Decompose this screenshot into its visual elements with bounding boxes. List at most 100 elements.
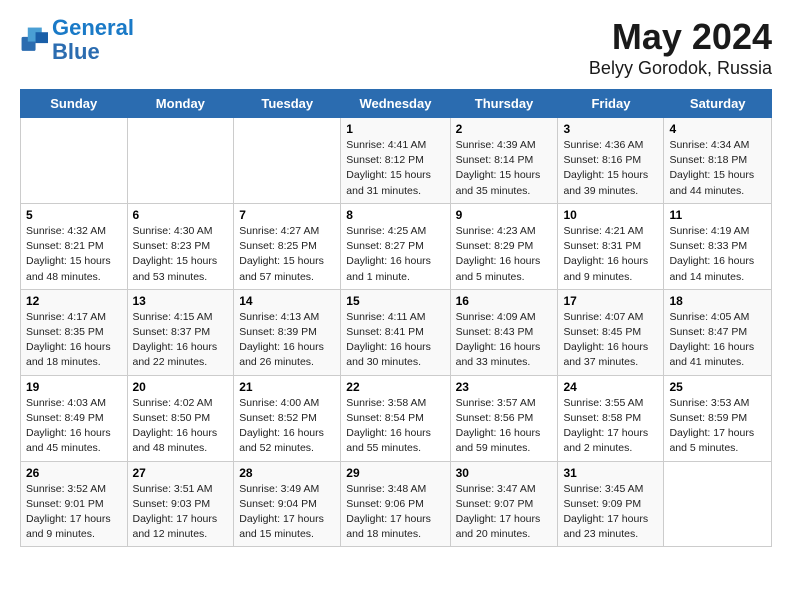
day-info: Sunrise: 4:13 AM Sunset: 8:39 PM Dayligh… [239, 310, 335, 371]
calendar-cell: 13 Sunrise: 4:15 AM Sunset: 8:37 PM Dayli… [127, 289, 234, 375]
day-info: Sunrise: 3:47 AM Sunset: 9:07 PM Dayligh… [456, 482, 553, 543]
day-info: Sunrise: 3:55 AM Sunset: 8:58 PM Dayligh… [563, 396, 658, 457]
day-number: 10 [563, 208, 658, 222]
day-info: Sunrise: 3:57 AM Sunset: 8:56 PM Dayligh… [456, 396, 553, 457]
day-info: Sunrise: 4:25 AM Sunset: 8:27 PM Dayligh… [346, 224, 444, 285]
day-number: 4 [669, 122, 766, 136]
day-number: 12 [26, 294, 122, 308]
calendar-cell: 26 Sunrise: 3:52 AM Sunset: 9:01 PM Dayli… [21, 461, 128, 547]
day-number: 26 [26, 466, 122, 480]
calendar-cell: 11 Sunrise: 4:19 AM Sunset: 8:33 PM Dayli… [664, 203, 772, 289]
calendar-cell: 15 Sunrise: 4:11 AM Sunset: 8:41 PM Dayli… [341, 289, 450, 375]
calendar-cell: 8 Sunrise: 4:25 AM Sunset: 8:27 PM Daylig… [341, 203, 450, 289]
calendar-cell: 17 Sunrise: 4:07 AM Sunset: 8:45 PM Dayli… [558, 289, 664, 375]
day-info: Sunrise: 4:41 AM Sunset: 8:12 PM Dayligh… [346, 138, 444, 199]
day-number: 17 [563, 294, 658, 308]
calendar-cell: 20Sunrise: 4:02 AM Sunset: 8:50 PM Dayli… [127, 375, 234, 461]
day-info: Sunrise: 4:30 AM Sunset: 8:23 PM Dayligh… [133, 224, 229, 285]
calendar-week-4: 19Sunrise: 4:03 AM Sunset: 8:49 PM Dayli… [21, 375, 772, 461]
day-number: 14 [239, 294, 335, 308]
calendar-cell: 6Sunrise: 4:30 AM Sunset: 8:23 PM Daylig… [127, 203, 234, 289]
calendar-table: SundayMondayTuesdayWednesdayThursdayFrid… [20, 89, 772, 547]
logo-line2: Blue [52, 39, 100, 64]
logo-line1: General [52, 15, 134, 40]
calendar-cell: 23Sunrise: 3:57 AM Sunset: 8:56 PM Dayli… [450, 375, 558, 461]
calendar-cell: 4 Sunrise: 4:34 AM Sunset: 8:18 PM Daylig… [664, 118, 772, 204]
day-info: Sunrise: 4:07 AM Sunset: 8:45 PM Dayligh… [563, 310, 658, 371]
day-number: 18 [669, 294, 766, 308]
day-info: Sunrise: 4:15 AM Sunset: 8:37 PM Dayligh… [133, 310, 229, 371]
day-number: 24 [563, 380, 658, 394]
day-number: 25 [669, 380, 766, 394]
calendar-cell: 29Sunrise: 3:48 AM Sunset: 9:06 PM Dayli… [341, 461, 450, 547]
day-number: 13 [133, 294, 229, 308]
day-info: Sunrise: 4:23 AM Sunset: 8:29 PM Dayligh… [456, 224, 553, 285]
title-block: May 2024 Belyy Gorodok, Russia [589, 16, 772, 79]
day-info: Sunrise: 4:19 AM Sunset: 8:33 PM Dayligh… [669, 224, 766, 285]
calendar-cell: 10 Sunrise: 4:21 AM Sunset: 8:31 PM Dayli… [558, 203, 664, 289]
calendar-header-wednesday: Wednesday [341, 90, 450, 118]
calendar-cell [234, 118, 341, 204]
calendar-header-friday: Friday [558, 90, 664, 118]
day-info: Sunrise: 4:32 AM Sunset: 8:21 PM Dayligh… [26, 224, 122, 285]
day-number: 7 [239, 208, 335, 222]
calendar-cell: 22 Sunrise: 3:58 AM Sunset: 8:54 PM Dayli… [341, 375, 450, 461]
day-info: Sunrise: 4:34 AM Sunset: 8:18 PM Dayligh… [669, 138, 766, 199]
calendar-header-monday: Monday [127, 90, 234, 118]
day-number: 31 [563, 466, 658, 480]
calendar-cell [664, 461, 772, 547]
calendar-week-2: 5 Sunrise: 4:32 AM Sunset: 8:21 PM Daylig… [21, 203, 772, 289]
day-info: Sunrise: 4:27 AM Sunset: 8:25 PM Dayligh… [239, 224, 335, 285]
day-info: Sunrise: 4:17 AM Sunset: 8:35 PM Dayligh… [26, 310, 122, 371]
calendar-header-saturday: Saturday [664, 90, 772, 118]
logo-text: General Blue [52, 16, 134, 64]
day-info: Sunrise: 4:36 AM Sunset: 8:16 PM Dayligh… [563, 138, 658, 199]
calendar-cell: 31 Sunrise: 3:45 AM Sunset: 9:09 PM Dayli… [558, 461, 664, 547]
day-number: 16 [456, 294, 553, 308]
calendar-week-1: 1 Sunrise: 4:41 AM Sunset: 8:12 PM Daylig… [21, 118, 772, 204]
day-number: 8 [346, 208, 444, 222]
page: General Blue May 2024 Belyy Gorodok, Rus… [0, 0, 792, 563]
header: General Blue May 2024 Belyy Gorodok, Rus… [20, 16, 772, 79]
main-title: May 2024 [589, 16, 772, 58]
day-number: 5 [26, 208, 122, 222]
day-info: Sunrise: 4:00 AM Sunset: 8:52 PM Dayligh… [239, 396, 335, 457]
calendar-cell: 1 Sunrise: 4:41 AM Sunset: 8:12 PM Daylig… [341, 118, 450, 204]
subtitle: Belyy Gorodok, Russia [589, 58, 772, 79]
calendar-cell: 12 Sunrise: 4:17 AM Sunset: 8:35 PM Dayli… [21, 289, 128, 375]
day-number: 11 [669, 208, 766, 222]
calendar-cell: 7 Sunrise: 4:27 AM Sunset: 8:25 PM Daylig… [234, 203, 341, 289]
day-info: Sunrise: 3:51 AM Sunset: 9:03 PM Dayligh… [133, 482, 229, 543]
calendar-cell: 2 Sunrise: 4:39 AM Sunset: 8:14 PM Daylig… [450, 118, 558, 204]
calendar-cell: 14 Sunrise: 4:13 AM Sunset: 8:39 PM Dayli… [234, 289, 341, 375]
day-info: Sunrise: 4:09 AM Sunset: 8:43 PM Dayligh… [456, 310, 553, 371]
calendar-header-row: SundayMondayTuesdayWednesdayThursdayFrid… [21, 90, 772, 118]
day-info: Sunrise: 3:58 AM Sunset: 8:54 PM Dayligh… [346, 396, 444, 457]
calendar-cell: 18Sunrise: 4:05 AM Sunset: 8:47 PM Dayli… [664, 289, 772, 375]
calendar-cell: 3Sunrise: 4:36 AM Sunset: 8:16 PM Daylig… [558, 118, 664, 204]
day-number: 2 [456, 122, 553, 136]
day-info: Sunrise: 4:21 AM Sunset: 8:31 PM Dayligh… [563, 224, 658, 285]
calendar-cell: 24 Sunrise: 3:55 AM Sunset: 8:58 PM Dayli… [558, 375, 664, 461]
day-number: 1 [346, 122, 444, 136]
day-number: 19 [26, 380, 122, 394]
day-number: 9 [456, 208, 553, 222]
day-info: Sunrise: 3:45 AM Sunset: 9:09 PM Dayligh… [563, 482, 658, 543]
calendar-cell: 28Sunrise: 3:49 AM Sunset: 9:04 PM Dayli… [234, 461, 341, 547]
calendar-cell: 5 Sunrise: 4:32 AM Sunset: 8:21 PM Daylig… [21, 203, 128, 289]
calendar-cell [127, 118, 234, 204]
day-number: 15 [346, 294, 444, 308]
calendar-cell [21, 118, 128, 204]
day-number: 20 [133, 380, 229, 394]
calendar-header-tuesday: Tuesday [234, 90, 341, 118]
calendar-header-thursday: Thursday [450, 90, 558, 118]
day-info: Sunrise: 3:48 AM Sunset: 9:06 PM Dayligh… [346, 482, 444, 543]
day-info: Sunrise: 3:49 AM Sunset: 9:04 PM Dayligh… [239, 482, 335, 543]
day-info: Sunrise: 4:39 AM Sunset: 8:14 PM Dayligh… [456, 138, 553, 199]
logo-icon [20, 26, 48, 54]
calendar-header-sunday: Sunday [21, 90, 128, 118]
calendar-cell: 21Sunrise: 4:00 AM Sunset: 8:52 PM Dayli… [234, 375, 341, 461]
day-info: Sunrise: 3:52 AM Sunset: 9:01 PM Dayligh… [26, 482, 122, 543]
day-info: Sunrise: 4:11 AM Sunset: 8:41 PM Dayligh… [346, 310, 444, 371]
day-number: 22 [346, 380, 444, 394]
